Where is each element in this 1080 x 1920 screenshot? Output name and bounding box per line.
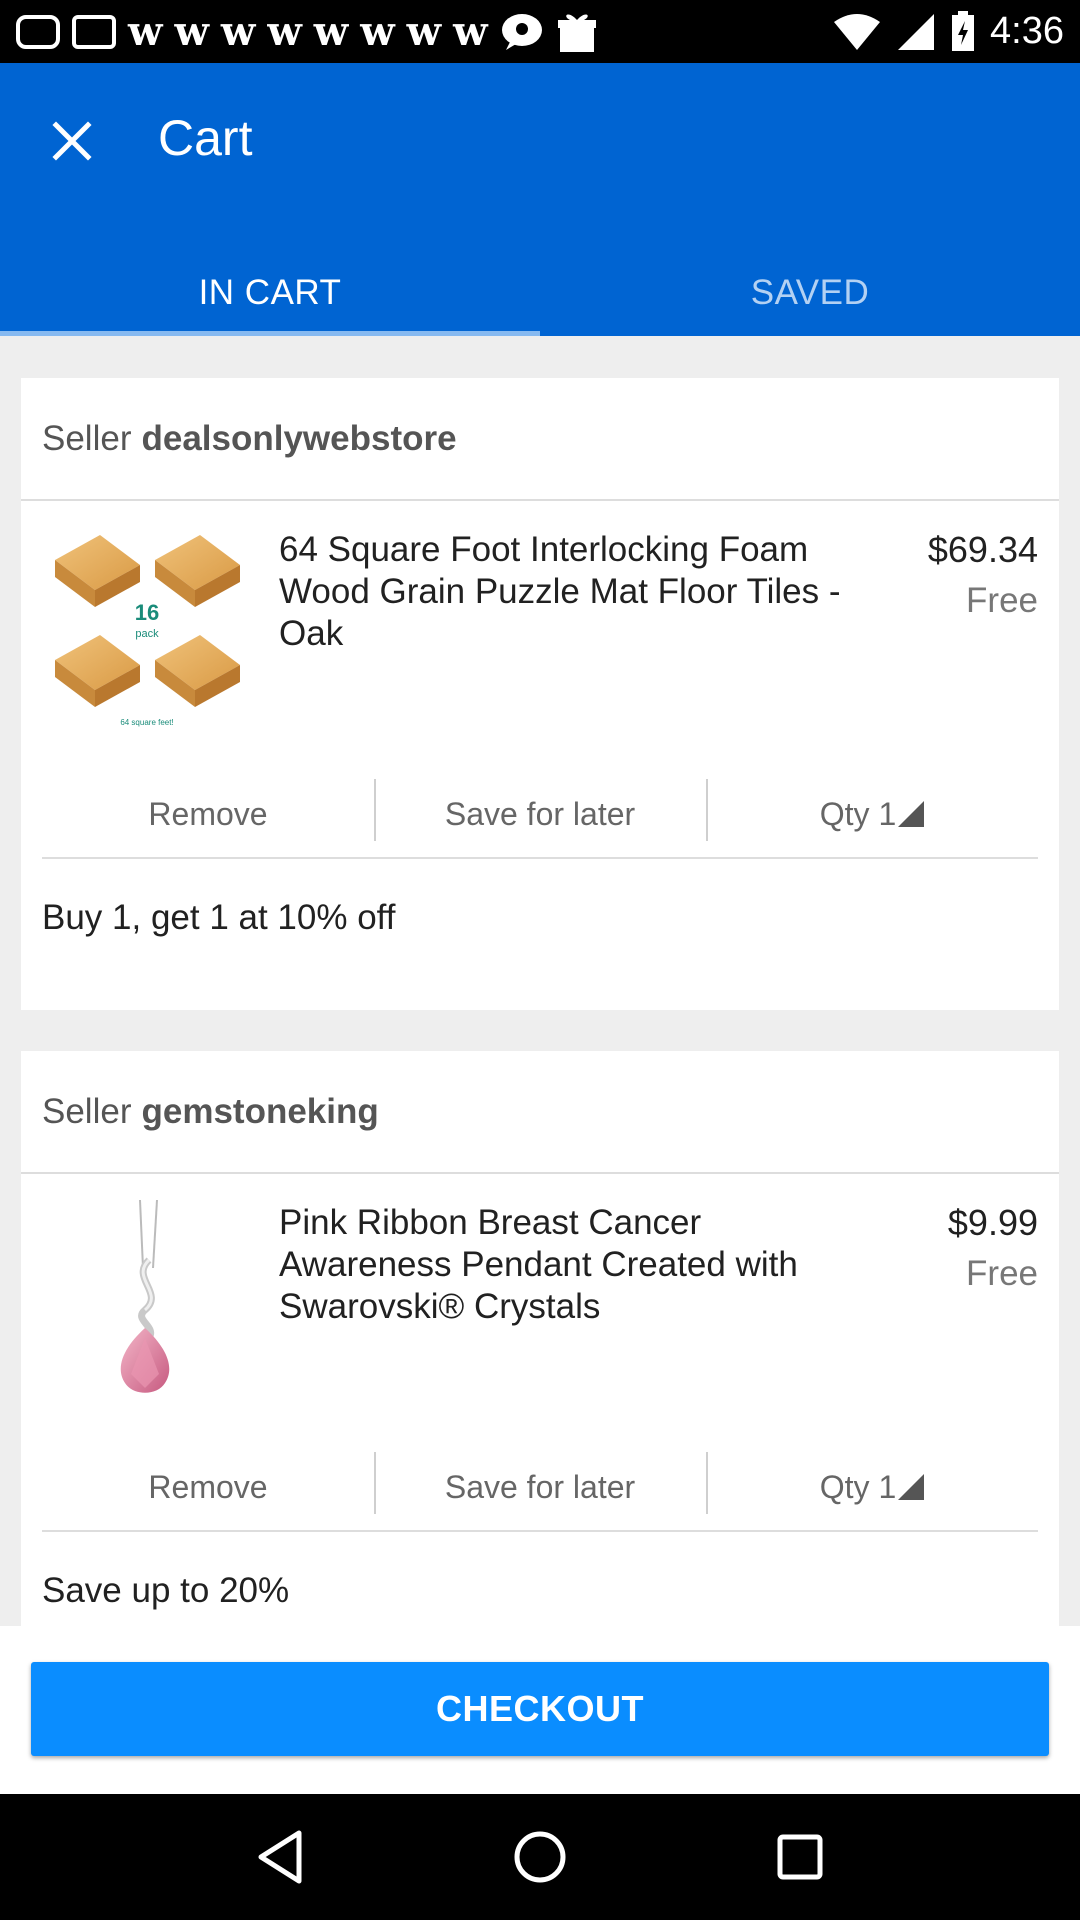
seller-card: Seller gemstoneking Pink Ribbon Breast C… bbox=[21, 1051, 1059, 1626]
seller-header: Seller gemstoneking bbox=[21, 1051, 1059, 1174]
tab-saved[interactable]: SAVED bbox=[540, 253, 1080, 336]
cart-item[interactable]: 16 pack 64 square feet! 64 Square Foot I… bbox=[21, 501, 1059, 771]
remove-button[interactable]: Remove bbox=[42, 771, 374, 857]
promo-offer[interactable]: Save up to 20% bbox=[21, 1532, 1059, 1626]
checkout-bar: CHECKOUT bbox=[0, 1626, 1080, 1794]
foam-tiles-image: 16 pack 64 square feet! bbox=[55, 535, 240, 727]
recents-square-icon bbox=[777, 1834, 823, 1880]
item-actions: Remove Save for later Qty 1 bbox=[42, 1444, 1038, 1532]
save-for-later-button[interactable]: Save for later bbox=[374, 771, 706, 857]
page-title: Cart bbox=[158, 110, 253, 166]
seller-name[interactable]: dealsonlywebstore bbox=[141, 419, 456, 459]
promo-offer[interactable]: Buy 1, get 1 at 10% off bbox=[21, 859, 1059, 976]
save-for-later-button[interactable]: Save for later bbox=[374, 1444, 706, 1530]
gift-box-icon bbox=[557, 14, 596, 52]
seller-card: Seller dealsonlywebstore 16 pack 64 squa… bbox=[21, 378, 1059, 1010]
wifi-icon bbox=[834, 13, 881, 50]
w-icon: w bbox=[360, 7, 395, 55]
seller-header: Seller dealsonlywebstore bbox=[21, 378, 1059, 501]
close-button[interactable] bbox=[44, 113, 100, 169]
quantity-dropdown[interactable]: Qty 1 bbox=[706, 771, 1038, 857]
battery-charging-icon bbox=[952, 10, 975, 51]
quantity-dropdown[interactable]: Qty 1 bbox=[706, 1444, 1038, 1530]
item-title[interactable]: Pink Ribbon Breast Cancer Awareness Pend… bbox=[279, 1202, 879, 1328]
home-circle-icon bbox=[514, 1831, 566, 1883]
w-icon: w bbox=[453, 7, 488, 55]
home-button[interactable] bbox=[500, 1817, 580, 1897]
product-image[interactable]: 16 pack 64 square feet! bbox=[45, 525, 250, 730]
quantity-label: Qty 1 bbox=[819, 795, 897, 832]
w-icon: w bbox=[220, 7, 256, 55]
w-icon: w bbox=[406, 7, 442, 55]
chat-bubble-icon bbox=[16, 14, 60, 49]
dropdown-triangle-icon bbox=[898, 801, 925, 827]
recents-button[interactable] bbox=[760, 1817, 840, 1897]
dropdown-triangle-icon bbox=[898, 1474, 925, 1500]
pack-label: pack bbox=[135, 628, 159, 640]
app-bar: Cart IN CART SAVED bbox=[0, 63, 1080, 336]
item-price: $69.34 bbox=[927, 529, 1038, 570]
w-icon: w bbox=[174, 7, 209, 55]
seller-name[interactable]: gemstoneking bbox=[141, 1092, 378, 1132]
cart-item[interactable]: Pink Ribbon Breast Cancer Awareness Pend… bbox=[21, 1174, 1059, 1444]
cart-list[interactable]: Seller dealsonlywebstore 16 pack 64 squa… bbox=[0, 336, 1080, 1626]
checkout-button[interactable]: CHECKOUT bbox=[31, 1662, 1049, 1756]
seller-prefix: Seller bbox=[42, 1091, 132, 1131]
messenger-icon bbox=[501, 13, 542, 50]
notification-icons: w w w w w w w w bbox=[16, 10, 832, 54]
item-shipping: Free bbox=[966, 1254, 1038, 1293]
item-shipping: Free bbox=[966, 581, 1038, 620]
quantity-label: Qty 1 bbox=[819, 1468, 897, 1505]
item-title[interactable]: 64 Square Foot Interlocking Foam Wood Gr… bbox=[279, 529, 879, 655]
clock: 4:36 bbox=[990, 10, 1064, 52]
remove-button[interactable]: Remove bbox=[42, 1444, 374, 1530]
w-icon: w bbox=[313, 7, 349, 55]
back-button[interactable] bbox=[240, 1817, 320, 1897]
item-price: $9.99 bbox=[947, 1202, 1038, 1243]
system-status: 4:36 bbox=[832, 10, 1064, 53]
item-actions: Remove Save for later Qty 1 bbox=[42, 771, 1038, 859]
tab-bar: IN CART SAVED bbox=[0, 253, 1080, 336]
back-triangle-icon bbox=[258, 1830, 302, 1884]
image-caption: 64 square feet! bbox=[120, 718, 173, 727]
signal-icon bbox=[898, 13, 935, 50]
pack-count-label: 16 bbox=[135, 600, 159, 625]
gmail-icon bbox=[72, 14, 116, 49]
seller-prefix: Seller bbox=[42, 418, 132, 458]
close-icon bbox=[52, 121, 92, 161]
tab-in-cart[interactable]: IN CART bbox=[0, 253, 540, 336]
product-image[interactable] bbox=[45, 1198, 250, 1403]
status-bar: w w w w w w w w 4:36 bbox=[0, 0, 1080, 63]
pendant-image bbox=[120, 1199, 170, 1393]
navigation-bar bbox=[0, 1794, 1080, 1920]
w-icon: w bbox=[128, 7, 163, 55]
w-icon: w bbox=[267, 7, 302, 55]
